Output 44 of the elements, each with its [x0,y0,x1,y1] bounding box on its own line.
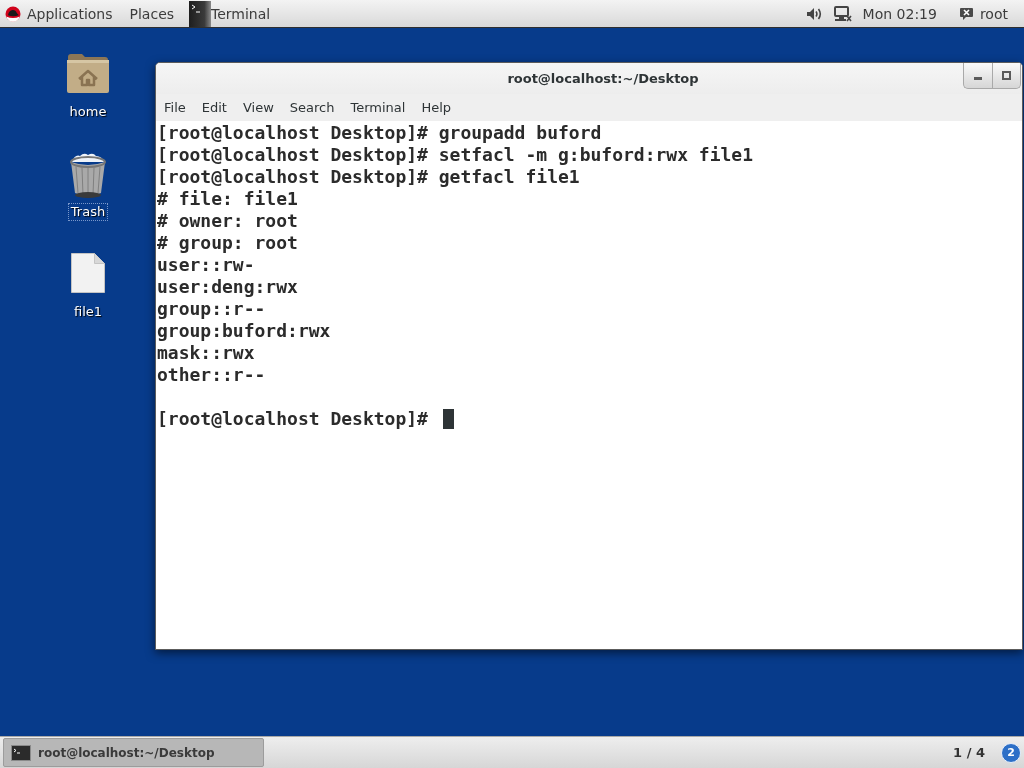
minimize-button[interactable] [963,63,992,89]
terminal-line: [root@localhost Desktop]# groupadd buford [157,122,603,144]
hat-logo-icon [5,5,21,22]
applications-menu[interactable]: Applications [5,0,113,27]
speech-bubble-icon [958,6,974,21]
maximize-button[interactable] [992,63,1021,89]
user-menu[interactable]: root [958,0,1008,27]
terminal-icon [11,744,31,761]
terminal-line: other::r-- [157,364,267,386]
window-list-button[interactable]: root@localhost:~/Desktop [3,738,264,767]
terminal-line: # file: file1 [157,188,299,210]
terminal-prompt: [root@localhost Desktop]# [157,408,428,430]
workspace-indicator[interactable]: 1 / 4 [953,745,985,760]
file-icon[interactable] [70,252,106,294]
terminal-line: # owner: root [157,210,299,232]
volume-icon[interactable] [805,6,822,21]
terminal-line: user:deng:rwx [157,276,299,298]
window-title: root@localhost:~/Desktop [507,71,699,86]
menu-item[interactable]: Terminal [342,94,414,121]
terminal-line: [root@localhost Desktop]# getfacl file1 [157,166,581,188]
menu-item[interactable]: File [156,94,194,121]
terminal-line: # group: root [157,232,299,254]
menu-item[interactable]: Help [413,94,460,121]
desktop-icon-label[interactable]: file1 [71,304,105,320]
menu-item[interactable]: Edit [193,94,235,121]
notification-counter[interactable]: 2 [1001,742,1021,763]
terminal-line: user::rw- [157,254,256,276]
app-menu[interactable]: Terminal [189,0,271,27]
minimize-icon [974,77,982,80]
home-folder-icon[interactable] [66,52,110,94]
network-icon[interactable] [833,5,852,22]
clock[interactable]: Mon 02:19 [862,0,937,27]
desktop-icon-label[interactable]: Trash [68,204,108,220]
terminal-line: group::r-- [157,298,267,320]
desktop-icon-label[interactable]: home [67,104,109,120]
menu-item[interactable]: View [234,94,282,121]
terminal-icon [189,0,212,27]
places-menu[interactable]: Places [129,0,175,27]
menu-item[interactable]: Search [281,94,343,121]
terminal-line: group:buford:rwx [157,320,332,342]
terminal-line: mask::rwx [157,342,256,364]
maximize-icon [1002,71,1011,80]
terminal-line: [root@localhost Desktop]# setfacl -m g:buford:rwx file1 [157,144,755,166]
trash-icon[interactable] [68,152,108,199]
